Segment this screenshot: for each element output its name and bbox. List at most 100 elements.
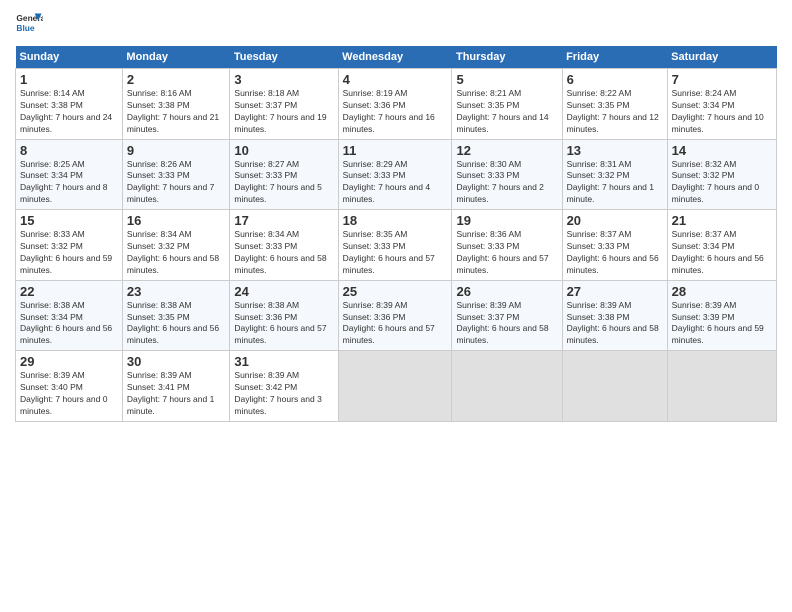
daylight-text: Daylight: 6 hours and 57 minutes. (456, 253, 557, 277)
day-number: 2 (127, 72, 226, 87)
daylight-text: Daylight: 6 hours and 56 minutes. (20, 323, 118, 347)
calendar-cell: 12 Sunrise: 8:30 AM Sunset: 3:33 PM Dayl… (452, 139, 562, 210)
sunset-text: Sunset: 3:35 PM (456, 100, 557, 112)
day-number: 3 (234, 72, 333, 87)
daylight-text: Daylight: 6 hours and 59 minutes. (672, 323, 772, 347)
sunrise-text: Sunrise: 8:39 AM (20, 370, 118, 382)
sunset-text: Sunset: 3:35 PM (127, 312, 226, 324)
daylight-text: Daylight: 7 hours and 8 minutes. (20, 182, 118, 206)
calendar-body: 1 Sunrise: 8:14 AM Sunset: 3:38 PM Dayli… (16, 69, 777, 422)
day-number: 31 (234, 354, 333, 369)
daylight-text: Daylight: 7 hours and 2 minutes. (456, 182, 557, 206)
day-number: 14 (672, 143, 772, 158)
day-number: 26 (456, 284, 557, 299)
calendar-header: General Blue (15, 10, 777, 38)
daylight-text: Daylight: 7 hours and 1 minute. (567, 182, 663, 206)
sunset-text: Sunset: 3:38 PM (20, 100, 118, 112)
cell-info: Sunrise: 8:19 AM Sunset: 3:36 PM Dayligh… (343, 88, 448, 136)
sunrise-text: Sunrise: 8:26 AM (127, 159, 226, 171)
day-number: 7 (672, 72, 772, 87)
column-header-tuesday: Tuesday (230, 46, 338, 69)
sunrise-text: Sunrise: 8:35 AM (343, 229, 448, 241)
day-number: 21 (672, 213, 772, 228)
calendar-cell: 27 Sunrise: 8:39 AM Sunset: 3:38 PM Dayl… (562, 280, 667, 351)
sunrise-text: Sunrise: 8:38 AM (127, 300, 226, 312)
day-number: 10 (234, 143, 333, 158)
sunset-text: Sunset: 3:33 PM (567, 241, 663, 253)
day-number: 20 (567, 213, 663, 228)
calendar-cell: 8 Sunrise: 8:25 AM Sunset: 3:34 PM Dayli… (16, 139, 123, 210)
sunrise-text: Sunrise: 8:16 AM (127, 88, 226, 100)
sunrise-text: Sunrise: 8:34 AM (127, 229, 226, 241)
daylight-text: Daylight: 7 hours and 7 minutes. (127, 182, 226, 206)
sunrise-text: Sunrise: 8:37 AM (672, 229, 772, 241)
sunset-text: Sunset: 3:42 PM (234, 382, 333, 394)
sunset-text: Sunset: 3:34 PM (20, 170, 118, 182)
sunrise-text: Sunrise: 8:39 AM (127, 370, 226, 382)
calendar-cell: 26 Sunrise: 8:39 AM Sunset: 3:37 PM Dayl… (452, 280, 562, 351)
day-number: 24 (234, 284, 333, 299)
sunrise-text: Sunrise: 8:39 AM (567, 300, 663, 312)
daylight-text: Daylight: 6 hours and 56 minutes. (672, 253, 772, 277)
calendar-cell: 30 Sunrise: 8:39 AM Sunset: 3:41 PM Dayl… (122, 351, 230, 422)
day-number: 4 (343, 72, 448, 87)
sunset-text: Sunset: 3:35 PM (567, 100, 663, 112)
calendar-cell: 28 Sunrise: 8:39 AM Sunset: 3:39 PM Dayl… (667, 280, 776, 351)
day-number: 25 (343, 284, 448, 299)
sunrise-text: Sunrise: 8:24 AM (672, 88, 772, 100)
cell-info: Sunrise: 8:24 AM Sunset: 3:34 PM Dayligh… (672, 88, 772, 136)
calendar-header-row: SundayMondayTuesdayWednesdayThursdayFrid… (16, 46, 777, 69)
calendar-cell: 16 Sunrise: 8:34 AM Sunset: 3:32 PM Dayl… (122, 210, 230, 281)
daylight-text: Daylight: 6 hours and 56 minutes. (567, 253, 663, 277)
cell-info: Sunrise: 8:38 AM Sunset: 3:34 PM Dayligh… (20, 300, 118, 348)
calendar-cell: 7 Sunrise: 8:24 AM Sunset: 3:34 PM Dayli… (667, 69, 776, 140)
cell-info: Sunrise: 8:39 AM Sunset: 3:41 PM Dayligh… (127, 370, 226, 418)
calendar-cell: 9 Sunrise: 8:26 AM Sunset: 3:33 PM Dayli… (122, 139, 230, 210)
cell-info: Sunrise: 8:36 AM Sunset: 3:33 PM Dayligh… (456, 229, 557, 277)
cell-info: Sunrise: 8:38 AM Sunset: 3:36 PM Dayligh… (234, 300, 333, 348)
cell-info: Sunrise: 8:37 AM Sunset: 3:34 PM Dayligh… (672, 229, 772, 277)
cell-info: Sunrise: 8:22 AM Sunset: 3:35 PM Dayligh… (567, 88, 663, 136)
sunset-text: Sunset: 3:33 PM (343, 170, 448, 182)
cell-info: Sunrise: 8:25 AM Sunset: 3:34 PM Dayligh… (20, 159, 118, 207)
calendar-cell (562, 351, 667, 422)
calendar-cell: 4 Sunrise: 8:19 AM Sunset: 3:36 PM Dayli… (338, 69, 452, 140)
sunset-text: Sunset: 3:36 PM (343, 312, 448, 324)
sunset-text: Sunset: 3:33 PM (127, 170, 226, 182)
day-number: 23 (127, 284, 226, 299)
column-header-sunday: Sunday (16, 46, 123, 69)
daylight-text: Daylight: 7 hours and 21 minutes. (127, 112, 226, 136)
calendar-week-4: 22 Sunrise: 8:38 AM Sunset: 3:34 PM Dayl… (16, 280, 777, 351)
day-number: 28 (672, 284, 772, 299)
calendar-cell: 19 Sunrise: 8:36 AM Sunset: 3:33 PM Dayl… (452, 210, 562, 281)
sunset-text: Sunset: 3:38 PM (127, 100, 226, 112)
sunset-text: Sunset: 3:41 PM (127, 382, 226, 394)
column-header-saturday: Saturday (667, 46, 776, 69)
cell-info: Sunrise: 8:31 AM Sunset: 3:32 PM Dayligh… (567, 159, 663, 207)
daylight-text: Daylight: 7 hours and 24 minutes. (20, 112, 118, 136)
sunrise-text: Sunrise: 8:39 AM (343, 300, 448, 312)
calendar-cell (667, 351, 776, 422)
cell-info: Sunrise: 8:21 AM Sunset: 3:35 PM Dayligh… (456, 88, 557, 136)
daylight-text: Daylight: 7 hours and 0 minutes. (20, 394, 118, 418)
sunset-text: Sunset: 3:33 PM (343, 241, 448, 253)
calendar-cell: 14 Sunrise: 8:32 AM Sunset: 3:32 PM Dayl… (667, 139, 776, 210)
day-number: 8 (20, 143, 118, 158)
day-number: 15 (20, 213, 118, 228)
day-number: 5 (456, 72, 557, 87)
sunset-text: Sunset: 3:40 PM (20, 382, 118, 394)
sunset-text: Sunset: 3:38 PM (567, 312, 663, 324)
sunrise-text: Sunrise: 8:33 AM (20, 229, 118, 241)
daylight-text: Daylight: 7 hours and 5 minutes. (234, 182, 333, 206)
calendar-week-3: 15 Sunrise: 8:33 AM Sunset: 3:32 PM Dayl… (16, 210, 777, 281)
sunset-text: Sunset: 3:37 PM (234, 100, 333, 112)
cell-info: Sunrise: 8:35 AM Sunset: 3:33 PM Dayligh… (343, 229, 448, 277)
calendar-cell: 29 Sunrise: 8:39 AM Sunset: 3:40 PM Dayl… (16, 351, 123, 422)
sunrise-text: Sunrise: 8:19 AM (343, 88, 448, 100)
daylight-text: Daylight: 6 hours and 57 minutes. (234, 323, 333, 347)
sunset-text: Sunset: 3:36 PM (234, 312, 333, 324)
cell-info: Sunrise: 8:39 AM Sunset: 3:40 PM Dayligh… (20, 370, 118, 418)
day-number: 11 (343, 143, 448, 158)
daylight-text: Daylight: 7 hours and 3 minutes. (234, 394, 333, 418)
daylight-text: Daylight: 6 hours and 56 minutes. (127, 323, 226, 347)
